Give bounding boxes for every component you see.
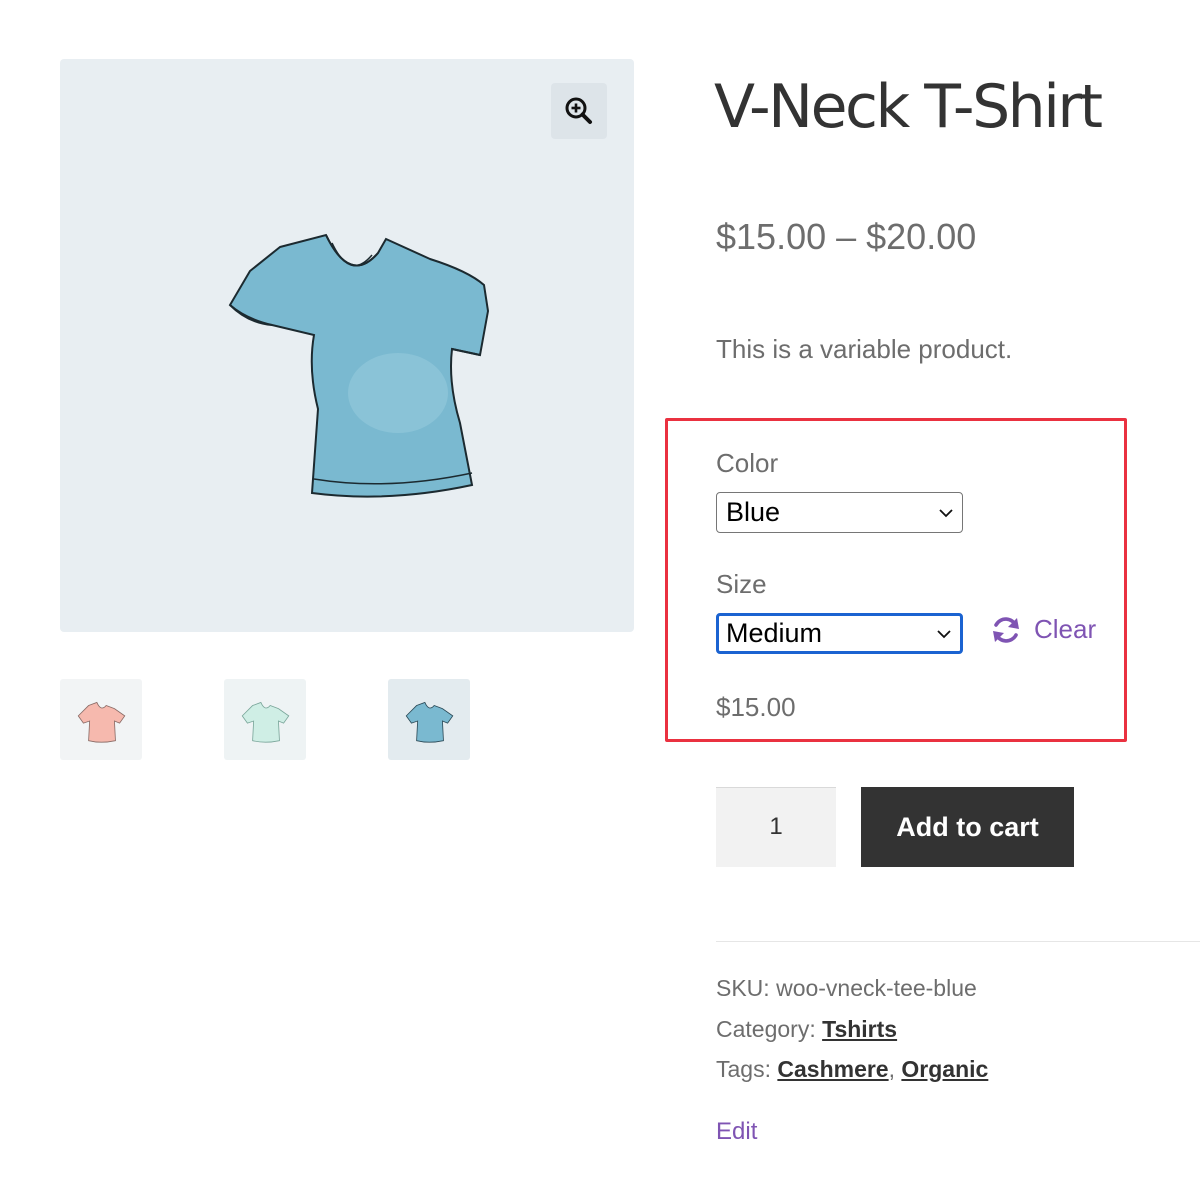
- sku-label: SKU:: [716, 975, 770, 1001]
- divider: [716, 941, 1200, 942]
- color-select[interactable]: Blue: [716, 492, 963, 533]
- thumbnail-pink[interactable]: [60, 679, 142, 760]
- tshirt-thumbnail: [405, 701, 454, 743]
- product-title: V-Neck T-Shirt: [714, 72, 1103, 142]
- add-to-cart-button[interactable]: Add to cart: [861, 787, 1074, 867]
- color-label: Color: [716, 448, 779, 478]
- size-label: Size: [716, 569, 767, 599]
- tshirt-thumbnail: [77, 701, 126, 743]
- refresh-icon: [993, 616, 1019, 643]
- zoom-in-icon: [565, 97, 592, 124]
- category-label: Category:: [716, 1016, 816, 1042]
- size-select[interactable]: Medium: [716, 613, 963, 654]
- tags-label: Tags:: [716, 1056, 771, 1082]
- tshirt-thumbnail: [241, 701, 290, 743]
- category-line: Category: Tshirts: [716, 1016, 897, 1043]
- tshirt-image: [228, 233, 490, 498]
- edit-link[interactable]: Edit: [716, 1118, 757, 1146]
- product-description: This is a variable product.: [716, 334, 1013, 364]
- tag-separator: ,: [888, 1056, 895, 1082]
- clear-label: Clear: [1034, 614, 1097, 644]
- product-main-image[interactable]: [60, 59, 634, 632]
- thumbnail-green[interactable]: [224, 679, 306, 760]
- tags-line: Tags: Cashmere, Organic: [716, 1056, 988, 1083]
- price-range: $15.00 – $20.00: [716, 216, 977, 257]
- chevron-down-icon: [939, 508, 953, 517]
- variation-price: $15.00: [716, 692, 796, 722]
- tag-link-cashmere[interactable]: Cashmere: [777, 1056, 888, 1082]
- quantity-input[interactable]: 1: [716, 787, 836, 867]
- tag-link-organic[interactable]: Organic: [901, 1056, 988, 1082]
- size-select-value: Medium: [726, 618, 823, 648]
- sku-value: woo-vneck-tee-blue: [776, 975, 977, 1001]
- clear-variations-link[interactable]: Clear: [990, 614, 1096, 645]
- thumbnail-blue[interactable]: [388, 679, 470, 760]
- sku-line: SKU: woo-vneck-tee-blue: [716, 975, 977, 1002]
- category-link-tshirts[interactable]: Tshirts: [822, 1016, 897, 1042]
- color-select-value: Blue: [726, 497, 781, 527]
- zoom-button[interactable]: [551, 83, 607, 139]
- chevron-down-icon: [937, 629, 951, 638]
